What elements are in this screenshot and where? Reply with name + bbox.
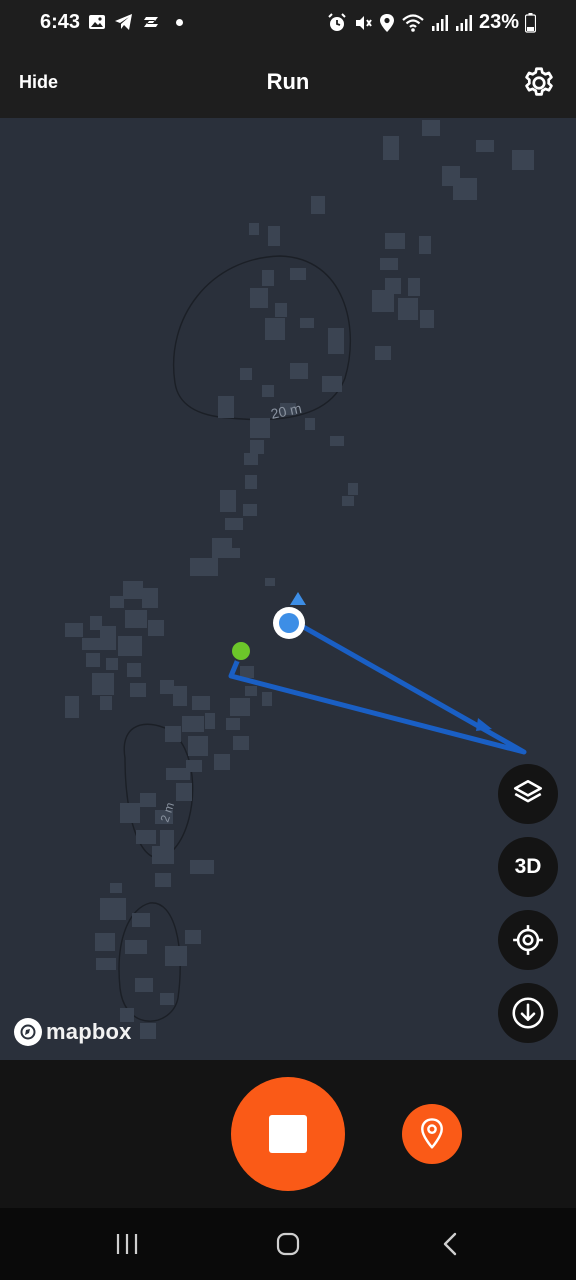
- battery-percent: 23%: [478, 11, 519, 33]
- recents-icon: [116, 1234, 138, 1254]
- contour-label: 20 m: [269, 400, 303, 422]
- status-time: 6:43: [40, 11, 81, 33]
- layers-button[interactable]: [498, 764, 558, 824]
- recording-controls: [0, 1060, 576, 1208]
- recents-button[interactable]: [107, 1228, 147, 1260]
- gear-icon: [525, 67, 553, 96]
- wifi-icon: [402, 13, 424, 32]
- s-app-icon: [144, 17, 158, 27]
- mapbox-mark-icon: [14, 1018, 42, 1046]
- status-bar: 6:43 23%: [0, 0, 576, 48]
- stop-icon: [269, 1115, 307, 1153]
- route-line: [228, 615, 527, 755]
- route-arrow: [476, 718, 492, 731]
- battery-icon: [525, 12, 536, 33]
- mute-icon: [355, 15, 372, 30]
- layers-icon: [513, 779, 543, 803]
- map-view[interactable]: 20 m 2 m mapbox 3D: [0, 118, 576, 1060]
- contour-label: 2 m: [158, 801, 177, 824]
- signal-icon: [455, 14, 472, 31]
- download-icon: [512, 997, 544, 1029]
- stop-button[interactable]: [231, 1077, 345, 1191]
- telegram-icon: [115, 14, 132, 30]
- crosshair-icon: [513, 925, 543, 955]
- notification-icons: [88, 13, 183, 31]
- mapbox-logo[interactable]: mapbox: [14, 1018, 132, 1046]
- location-icon: [379, 13, 394, 32]
- back-icon: [443, 1232, 457, 1256]
- download-map-button[interactable]: [498, 983, 558, 1043]
- system-icons: 23%: [327, 11, 536, 34]
- 3d-label: 3D: [514, 855, 542, 878]
- add-marker-button[interactable]: [402, 1104, 462, 1164]
- alarm-icon: [328, 12, 346, 31]
- mapbox-wordmark: mapbox: [46, 1019, 132, 1044]
- locate-button[interactable]: [498, 910, 558, 970]
- map-canvas[interactable]: 20 m 2 m: [0, 118, 576, 1060]
- home-icon: [276, 1232, 300, 1256]
- buildings: [65, 120, 534, 1039]
- dot-icon: [176, 18, 183, 26]
- gallery-icon: [89, 15, 105, 29]
- 3d-toggle-button[interactable]: 3D: [498, 837, 558, 897]
- current-location-dot: [279, 613, 299, 633]
- contour-line: [173, 255, 352, 421]
- start-marker: [230, 640, 252, 662]
- page-title: Run: [266, 69, 310, 94]
- system-navigation-bar: [0, 1208, 576, 1280]
- home-button[interactable]: [268, 1228, 308, 1260]
- signal-icon: [431, 14, 448, 31]
- map-pin-icon: [421, 1118, 443, 1149]
- app-header: Hide Run: [0, 48, 576, 118]
- back-button[interactable]: [430, 1228, 470, 1260]
- heading-arrow-icon: [290, 592, 306, 605]
- settings-button[interactable]: [520, 64, 558, 102]
